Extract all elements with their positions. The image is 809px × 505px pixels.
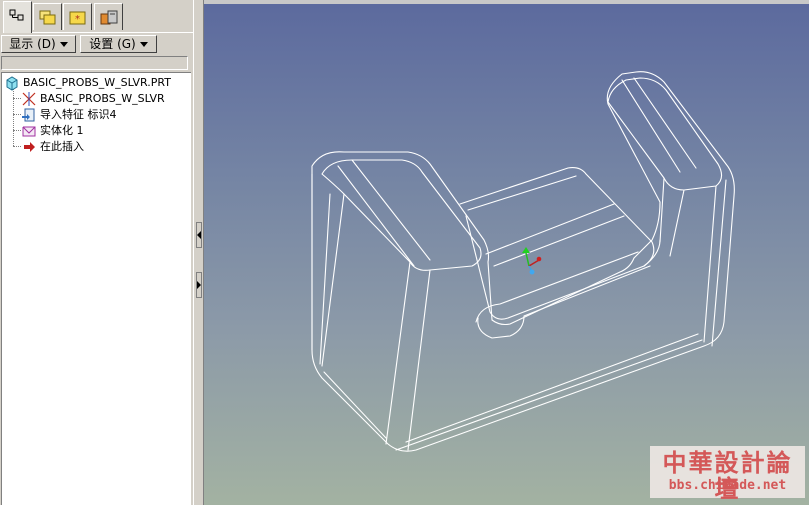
front-vertical-edges: [311, 173, 331, 365]
svg-text:*: *: [75, 14, 80, 25]
tree-filter-input[interactable]: [1, 56, 188, 70]
tree-connector: [13, 98, 21, 99]
settings-menu-button[interactable]: 设置 (G): [80, 35, 157, 53]
tree-root-label: BASIC_PROBS_W_SLVR.PRT: [23, 76, 171, 89]
chevron-down-icon: [59, 41, 68, 47]
left-pillar-edge: [337, 159, 431, 267]
left-pillar-inner: [321, 193, 431, 451]
front-bottom-edges: [323, 333, 703, 451]
favorites-folder-icon: *: [69, 11, 86, 25]
model-tree-icon: [9, 9, 24, 21]
tree-item-insert-here[interactable]: 在此插入: [21, 139, 84, 155]
tree-connector: [13, 146, 21, 147]
slot-curve: [475, 239, 661, 323]
solidify-icon: [21, 123, 37, 139]
tree-item-label: BASIC_PROBS_W_SLVR: [40, 92, 165, 105]
tree-item-import-feature[interactable]: 导入特征 标识4: [21, 107, 117, 123]
wireframe-model: [311, 71, 735, 452]
settings-menu-label: 设置 (G): [89, 37, 136, 51]
tab-favorites[interactable]: *: [63, 3, 92, 30]
slot-floor: [459, 167, 655, 320]
navigator-panel: * 显示 (D) 设置 (G) BASIC_PROBS_W_SLVR.PRT B…: [0, 0, 193, 505]
navigator-menu-row: 显示 (D) 设置 (G): [0, 34, 193, 54]
tab-folder-browser[interactable]: [33, 3, 62, 30]
tab-bar-divider: [32, 32, 193, 33]
panel-splitter[interactable]: [193, 0, 204, 505]
watermark-title: 中華設計論壇: [662, 449, 793, 503]
show-menu-label: 显示 (D): [9, 37, 56, 51]
tab-connections[interactable]: [94, 3, 123, 30]
connections-icon: [100, 10, 118, 25]
collapse-left-arrow-icon[interactable]: [196, 222, 202, 248]
tree-root-part[interactable]: BASIC_PROBS_W_SLVR.PRT: [4, 75, 171, 91]
part-icon: [4, 75, 20, 91]
tab-model-tree[interactable]: [3, 1, 32, 33]
model-outline: [311, 71, 735, 452]
coordinate-system-icon: [21, 91, 37, 107]
tree-item-label: 实体化 1: [40, 124, 84, 137]
model-tree: BASIC_PROBS_W_SLVR.PRT BASIC_PROBS_W_SLV…: [1, 72, 191, 505]
insert-here-arrow-icon: [21, 139, 37, 155]
watermark-url: bbs.chinade.net: [668, 478, 787, 493]
tree-item-label: 导入特征 标识4: [40, 108, 117, 121]
folder-browser-icon: [39, 10, 56, 25]
navigator-tab-bar: *: [0, 0, 193, 33]
right-pillar-edges: [621, 77, 727, 347]
slot-front: [477, 265, 651, 339]
graphics-window[interactable]: [204, 0, 809, 505]
right-pillar-top: [607, 77, 723, 191]
show-menu-button[interactable]: 显示 (D): [1, 35, 76, 53]
tree-item-coordinate-system[interactable]: BASIC_PROBS_W_SLVR: [21, 91, 165, 107]
tree-item-label: 在此插入: [40, 140, 84, 153]
tree-connector: [13, 114, 21, 115]
tree-connector: [13, 130, 21, 131]
chevron-down-icon: [139, 41, 148, 47]
import-feature-icon: [21, 107, 37, 123]
tree-item-solidify[interactable]: 实体化 1: [21, 123, 84, 139]
forum-watermark: 中華設計論壇 bbs.chinade.net: [650, 446, 805, 502]
expand-right-arrow-icon[interactable]: [196, 272, 202, 298]
